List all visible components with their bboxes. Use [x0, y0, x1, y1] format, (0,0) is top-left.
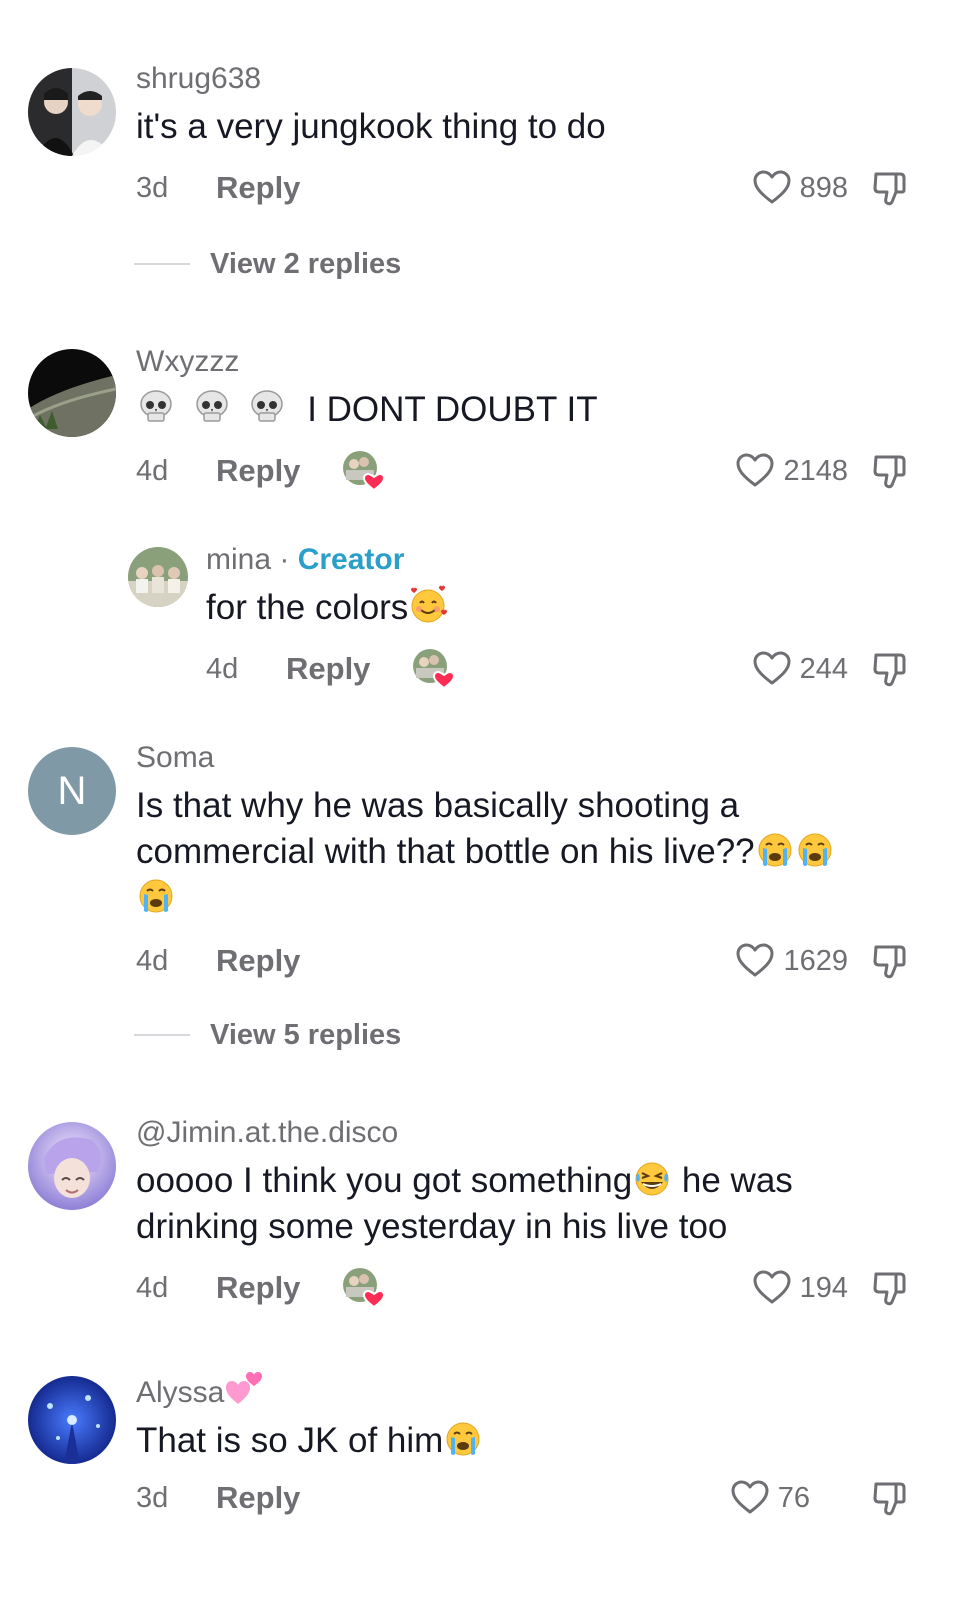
comment-text-row: That is so JK of him	[136, 1418, 483, 1464]
comment-username-row: Alyssa	[136, 1368, 483, 1412]
comment-age: 4d	[136, 454, 169, 487]
comment-text: That is so JK of him	[136, 1421, 444, 1460]
dislike-icon[interactable]	[870, 451, 910, 491]
dislike-icon[interactable]	[870, 941, 910, 981]
divider	[134, 263, 190, 265]
crying-emoji	[795, 829, 835, 869]
comment-age: 3d	[136, 171, 169, 204]
reply-button[interactable]: Reply	[216, 1480, 340, 1516]
skull-emoji	[136, 387, 176, 427]
comment-text: for the colors	[206, 588, 409, 627]
liked-by-creator-icon	[340, 448, 386, 494]
dislike-icon[interactable]	[870, 1268, 910, 1308]
crying-emoji	[443, 1418, 483, 1458]
reply-button[interactable]: Reply	[216, 453, 340, 489]
avatar[interactable]	[28, 349, 116, 437]
like-count: 898	[799, 171, 848, 204]
avatar[interactable]: N	[28, 747, 116, 835]
avatar-letter: N	[57, 768, 87, 813]
like-count: 194	[799, 1271, 848, 1304]
comment-text-block: Is that why he was basically shooting a …	[136, 783, 835, 921]
liked-by-creator-icon	[340, 1265, 386, 1311]
comment-username-row: mina · Creator	[206, 541, 448, 579]
comment-text-line-row	[136, 875, 835, 921]
laughing-emoji	[632, 1158, 672, 1198]
crying-emoji	[136, 875, 176, 915]
reply-button[interactable]: Reply	[216, 1270, 340, 1306]
avatar[interactable]	[28, 1376, 116, 1464]
reply-button[interactable]: Reply	[216, 943, 340, 979]
comment-text: I DONT DOUBT IT	[307, 390, 598, 429]
comment-username[interactable]: Wxyzzz	[136, 343, 598, 381]
avatar[interactable]	[28, 68, 116, 156]
creator-badge: Creator	[297, 543, 405, 576]
comment-text: it's a very jungkook thing to do	[136, 107, 606, 146]
like-count: 244	[799, 652, 848, 685]
like-count: 76	[777, 1481, 810, 1514]
comment-text-line: ooooo I think you got something	[136, 1161, 633, 1200]
avatar[interactable]	[28, 1122, 116, 1210]
avatar[interactable]	[128, 547, 188, 607]
heart-icon[interactable]	[735, 941, 775, 981]
like-count: 2148	[783, 454, 848, 487]
heart-icon[interactable]	[752, 649, 792, 689]
divider	[134, 1034, 190, 1036]
view-replies-label: View 5 replies	[210, 1018, 402, 1051]
view-replies-button[interactable]: View 2 replies	[134, 244, 401, 284]
comment-text-line-row: ooooo I think you got something he was	[136, 1158, 793, 1204]
reply-button[interactable]: Reply	[286, 651, 410, 687]
crying-emoji	[755, 829, 795, 869]
comment-username[interactable]: @Jimin.at.the.disco	[136, 1114, 793, 1152]
view-replies-label: View 2 replies	[210, 247, 402, 280]
heart-icon[interactable]	[730, 1478, 770, 1518]
skull-emoji	[192, 387, 232, 427]
two-hearts-emoji	[224, 1368, 264, 1408]
heart-icon[interactable]	[752, 168, 792, 208]
heart-icon[interactable]	[752, 1268, 792, 1308]
comment-age: 3d	[136, 1481, 169, 1514]
dislike-icon[interactable]	[870, 649, 910, 689]
separator: ·	[279, 543, 290, 576]
comment-text-block: ooooo I think you got something he was d…	[136, 1158, 793, 1250]
comment-text-line: commercial with that bottle on his live?…	[136, 832, 755, 871]
dislike-icon[interactable]	[870, 1478, 910, 1518]
comment-age: 4d	[206, 652, 239, 685]
comment-username[interactable]: Alyssa	[136, 1376, 224, 1409]
reply-button[interactable]: Reply	[216, 170, 340, 206]
comment-text-line: drinking some yesterday in his live too	[136, 1207, 728, 1246]
like-count: 1629	[783, 944, 848, 977]
comment-text-line: he was	[672, 1161, 793, 1200]
liked-by-creator-icon	[410, 646, 456, 692]
comment-age: 4d	[136, 944, 169, 977]
comment-username[interactable]: Soma	[136, 739, 835, 777]
skull-emoji	[247, 387, 287, 427]
comment-text-row: I DONT DOUBT IT	[136, 387, 598, 433]
smiling-hearts-emoji	[408, 585, 448, 625]
comment-text-row: for the colors	[206, 585, 448, 631]
comment-text-line: Is that why he was basically shooting a	[136, 786, 740, 825]
dislike-icon[interactable]	[870, 168, 910, 208]
view-replies-button[interactable]: View 5 replies	[134, 1015, 401, 1055]
comment-username[interactable]: shrug638	[136, 60, 606, 98]
comment-text-line-row: commercial with that bottle on his live?…	[136, 829, 835, 875]
comment-age: 4d	[136, 1271, 169, 1304]
heart-icon[interactable]	[735, 451, 775, 491]
comment-username[interactable]: mina	[206, 543, 271, 576]
